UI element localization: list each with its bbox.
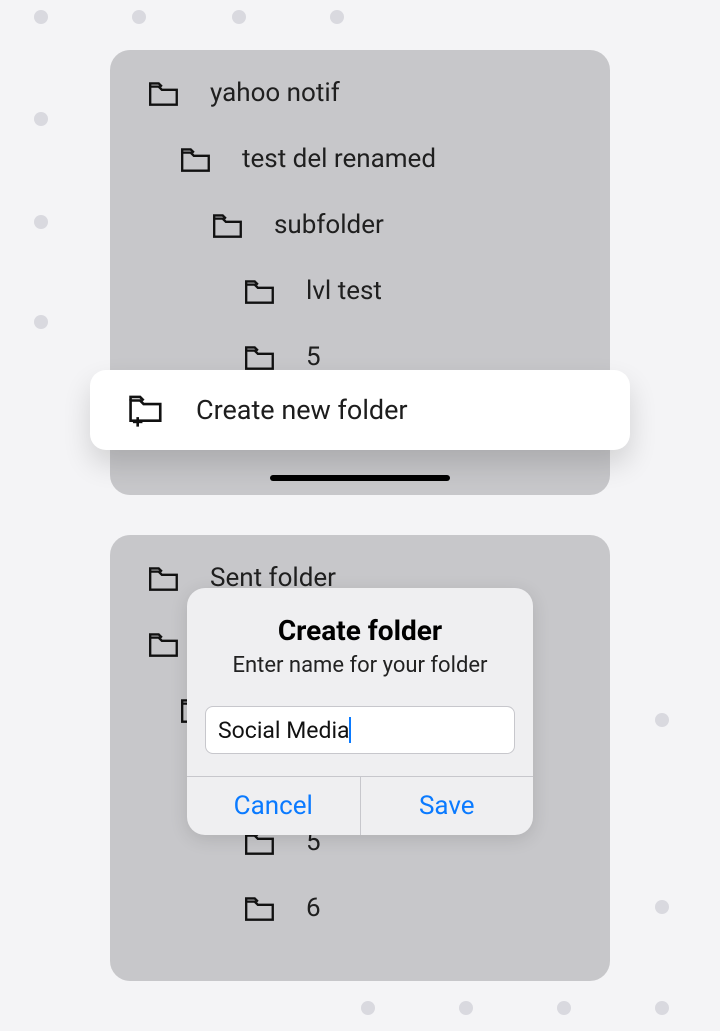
folder-label: 6 <box>306 893 321 923</box>
folder-icon <box>146 75 182 111</box>
folder-label: test del renamed <box>242 144 436 174</box>
save-button[interactable]: Save <box>360 777 534 835</box>
create-new-folder-action[interactable]: Create new folder <box>90 370 630 450</box>
folder-icon <box>146 560 182 596</box>
folder-row[interactable]: lvl test <box>110 258 610 324</box>
folder-icon <box>242 273 278 309</box>
create-new-folder-label: Create new folder <box>196 394 408 426</box>
folder-name-input[interactable]: Social Media <box>205 706 515 754</box>
folder-icon <box>146 626 182 662</box>
folder-label: lvl test <box>306 276 382 306</box>
folder-icon <box>242 890 278 926</box>
folder-icon <box>178 141 214 177</box>
folder-row[interactable]: test del renamed <box>110 126 610 192</box>
folder-label: 5 <box>306 342 321 372</box>
dialog-subtitle: Enter name for your folder <box>205 653 515 678</box>
cancel-button[interactable]: Cancel <box>187 777 360 835</box>
create-folder-dialog: Create folder Enter name for your folder… <box>187 588 533 835</box>
folder-row[interactable]: subfolder <box>110 192 610 258</box>
folder-row[interactable]: yahoo notif <box>110 60 610 126</box>
folder-icon <box>210 207 246 243</box>
folder-add-icon <box>126 390 166 430</box>
dialog-title: Create folder <box>205 614 515 647</box>
folder-row[interactable]: 6 <box>110 875 610 941</box>
folder-label: yahoo notif <box>210 78 340 108</box>
folder-label: subfolder <box>274 210 384 240</box>
home-indicator <box>270 475 450 481</box>
